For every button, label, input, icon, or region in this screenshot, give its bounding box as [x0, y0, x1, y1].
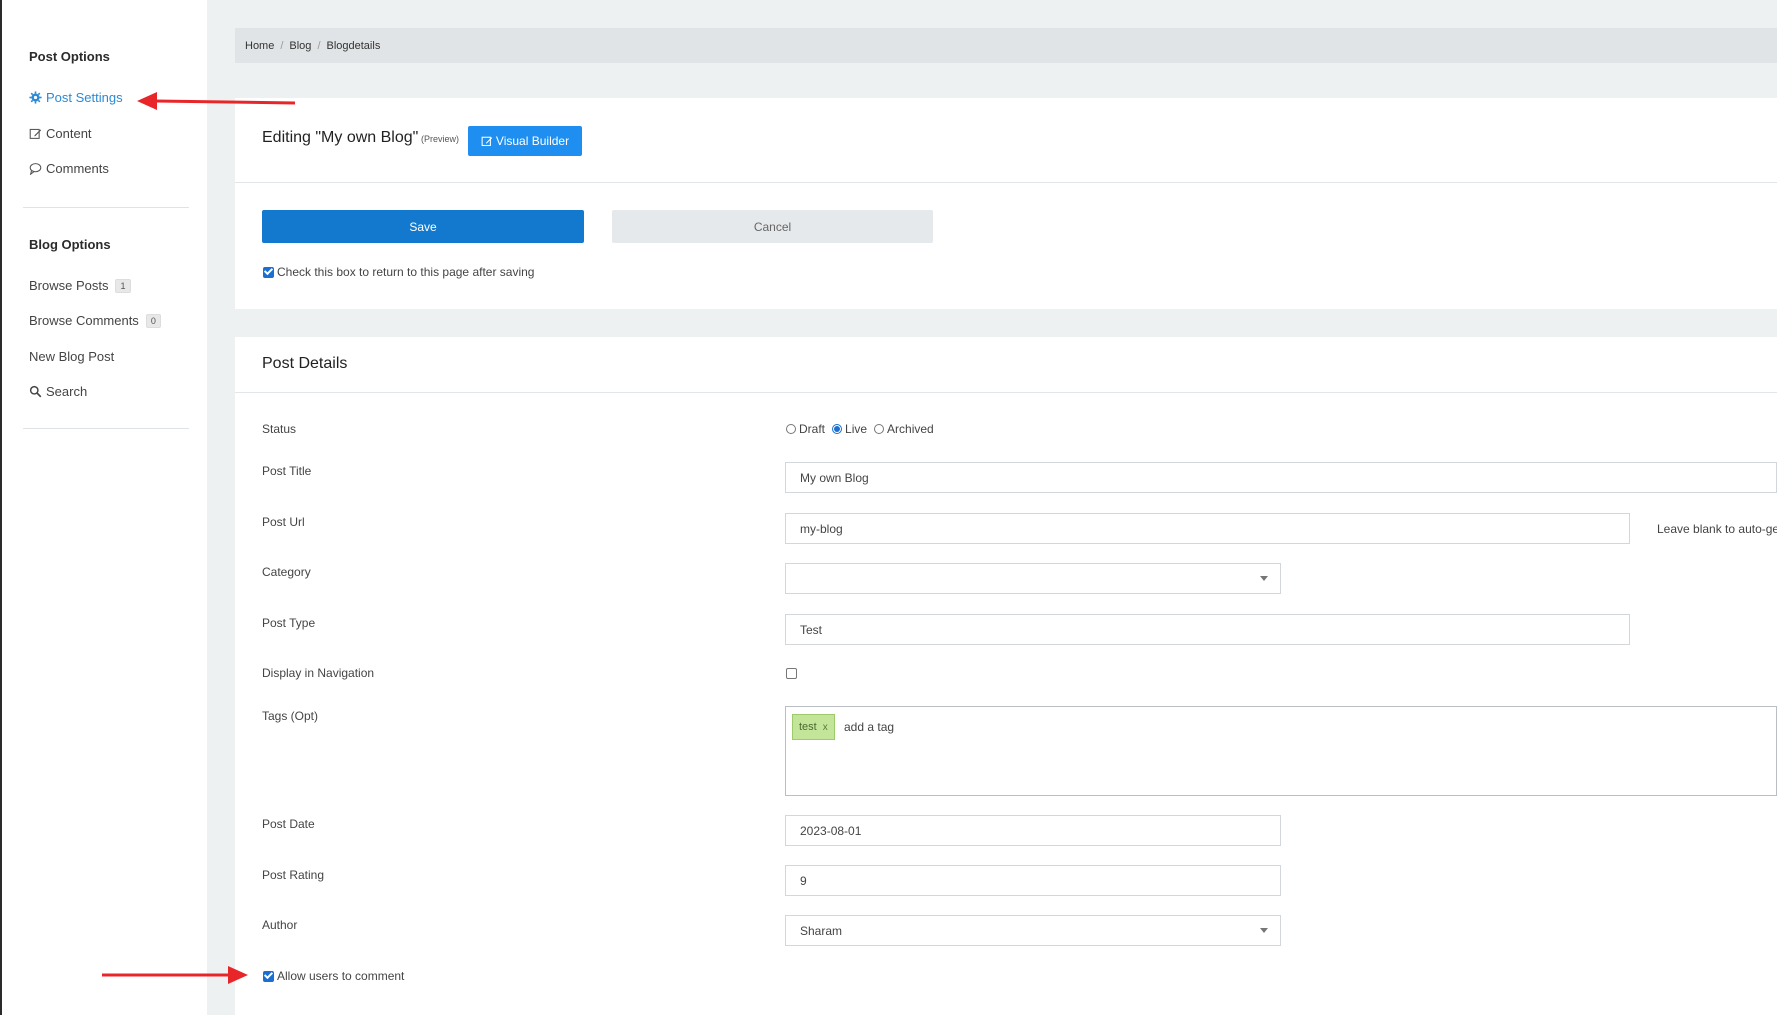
section-divider [235, 392, 1777, 393]
category-select[interactable] [785, 563, 1281, 594]
chevron-down-icon [1260, 928, 1268, 933]
page-title: Editing "My own Blog" [262, 129, 419, 146]
preview-link[interactable]: (Preview) [421, 134, 459, 144]
add-tag-placeholder[interactable]: add a tag [844, 720, 894, 734]
tags-input[interactable]: test x add a tag [785, 706, 1777, 796]
post-details-card [235, 337, 1777, 1015]
remove-tag-icon[interactable]: x [823, 722, 828, 733]
sidebar-divider [23, 428, 189, 429]
display-in-navigation-checkbox[interactable] [786, 668, 797, 679]
author-value: Sharam [800, 923, 843, 938]
annotation-arrow-icon [102, 966, 248, 984]
count-badge: 1 [115, 278, 131, 293]
visual-builder-label: Visual Builder [495, 134, 570, 148]
post-type-label: Post Type [262, 616, 316, 630]
post-title-label: Post Title [262, 464, 312, 478]
post-options-heading: Post Options [29, 49, 110, 64]
annotation-arrow-icon [137, 92, 296, 110]
sidebar-item-comments[interactable]: Comments [29, 161, 109, 176]
post-rating-label: Post Rating [262, 868, 325, 882]
sidebar-item-label: Comments [46, 161, 109, 176]
search-icon [29, 385, 42, 398]
status-live-label: Live [845, 422, 868, 436]
return-after-save-row: Check this box to return to this page af… [263, 265, 534, 279]
status-archived-radio[interactable] [874, 424, 885, 434]
header-divider [235, 182, 1777, 183]
count-badge: 0 [145, 313, 161, 328]
post-date-input[interactable]: 2023-08-01 [785, 815, 1281, 846]
return-after-save-checkbox[interactable] [263, 266, 274, 278]
post-title-input[interactable]: My own Blog [785, 462, 1777, 493]
cancel-button[interactable]: Cancel [612, 210, 933, 243]
display-in-navigation-label: Display in Navigation [262, 666, 375, 680]
edit-icon [481, 136, 493, 147]
status-archived-label: Archived [887, 422, 934, 436]
sidebar-item-browse-comments[interactable]: Browse Comments 0 [29, 313, 161, 328]
sidebar-item-label: Browse Posts [29, 278, 109, 293]
author-select[interactable]: Sharam [785, 915, 1281, 946]
return-after-save-label: Check this box to return to this page af… [277, 265, 535, 279]
breadcrumb-home[interactable]: Home [245, 40, 274, 52]
sidebar-item-label: Browse Comments [29, 313, 139, 328]
sidebar-item-label: Search [46, 384, 88, 399]
gear-icon [29, 91, 42, 104]
allow-comments-label: Allow users to comment [277, 969, 405, 983]
sidebar-item-browse-posts[interactable]: Browse Posts 1 [29, 278, 131, 293]
status-draft-label: Draft [799, 422, 826, 436]
status-live-radio[interactable] [832, 424, 843, 434]
sidebar-item-search[interactable]: Search [29, 384, 87, 399]
breadcrumb-separator: / [280, 39, 284, 52]
post-type-input[interactable]: Test [785, 614, 1630, 645]
tag-chip: test x [792, 714, 835, 740]
breadcrumb-blog[interactable]: Blog [289, 40, 311, 52]
allow-comments-checkbox[interactable] [263, 970, 274, 982]
allow-comments-row: Allow users to comment [263, 969, 404, 983]
blog-options-heading: Blog Options [29, 237, 111, 252]
sidebar-item-label: Content [46, 126, 92, 141]
post-url-label: Post Url [262, 515, 305, 529]
breadcrumb-current: Blogdetails [326, 39, 381, 52]
post-rating-input[interactable]: 9 [785, 865, 1281, 896]
breadcrumb: Home / Blog / Blogdetails [235, 28, 1777, 63]
status-radio-group: Draft Live Archived [786, 422, 938, 436]
category-label: Category [262, 565, 311, 579]
sidebar-item-post-settings[interactable]: Post Settings [29, 90, 123, 105]
post-date-label: Post Date [262, 817, 315, 831]
status-label: Status [262, 422, 297, 436]
post-url-hint: Leave blank to auto-ge [1657, 522, 1777, 536]
save-button[interactable]: Save [262, 210, 584, 243]
sidebar-item-label: Post Settings [46, 90, 123, 105]
sidebar-item-content[interactable]: Content [29, 126, 92, 141]
edit-icon [29, 128, 42, 139]
sidebar-divider [23, 207, 189, 208]
sidebar-item-label: New Blog Post [29, 349, 115, 364]
comment-icon [29, 163, 42, 175]
breadcrumb-separator: / [317, 39, 321, 52]
status-draft-radio[interactable] [786, 424, 796, 434]
post-details-title: Post Details [262, 355, 348, 372]
chevron-down-icon [1260, 576, 1268, 581]
post-url-input[interactable]: my-blog [785, 513, 1630, 544]
tags-label: Tags (Opt) [262, 709, 319, 723]
visual-builder-button[interactable]: Visual Builder [468, 126, 582, 156]
author-label: Author [262, 918, 298, 932]
sidebar-item-new-blog-post[interactable]: New Blog Post [29, 349, 114, 364]
sidebar: Post Options Post Settings Content Comme… [2, 0, 207, 1015]
tag-label: test [799, 721, 817, 733]
